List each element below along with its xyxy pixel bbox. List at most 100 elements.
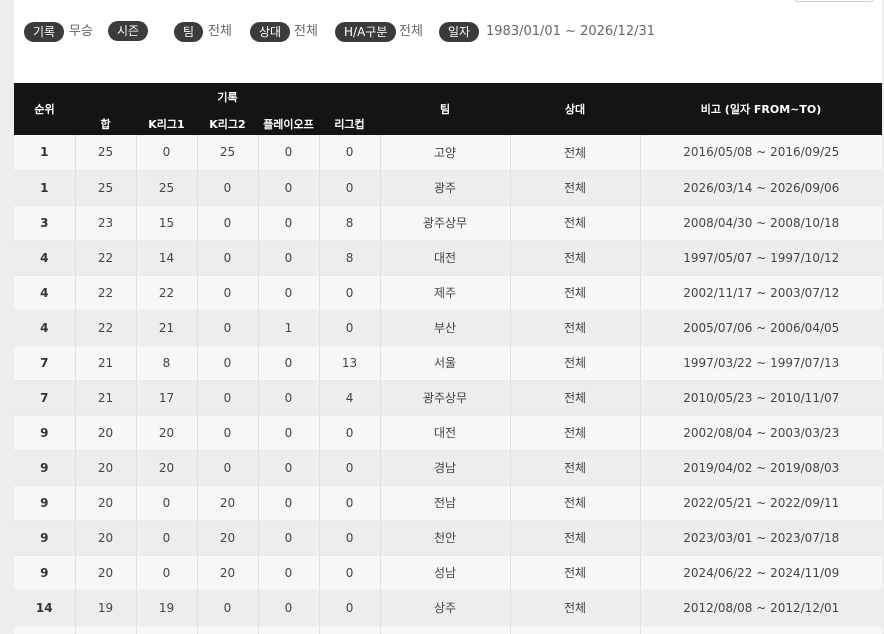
filter-value-home-away: 전체 bbox=[399, 24, 423, 39]
cell-team: 광주상무 bbox=[380, 205, 511, 241]
table-row: 9 20 20 0 0 0 경남 전체 2019/04/02 ~ 2019/08… bbox=[14, 450, 882, 486]
cell-opponent: 전체 bbox=[510, 345, 641, 381]
filter-chip-home-away[interactable]: H/A구분 bbox=[335, 22, 397, 42]
cell-note bbox=[640, 625, 882, 634]
cell-k1 bbox=[136, 625, 198, 634]
cell-rank: 9 bbox=[14, 520, 76, 556]
cell-k2: 0 bbox=[197, 310, 259, 346]
cell-cup: 0 bbox=[319, 485, 381, 521]
cell-playoff: 0 bbox=[258, 590, 320, 626]
cell-opponent: 전체 bbox=[510, 135, 641, 171]
cell-rank: 4 bbox=[14, 240, 76, 276]
cell-opponent: 전체 bbox=[510, 380, 641, 416]
cell-k2: 0 bbox=[197, 240, 259, 276]
cell-playoff: 0 bbox=[258, 205, 320, 241]
table-row: 9 20 0 20 0 0 전남 전체 2022/05/21 ~ 2022/09… bbox=[14, 485, 882, 521]
cell-k2: 25 bbox=[197, 135, 259, 171]
cell-k1: 19 bbox=[136, 590, 198, 626]
cell-cup: 0 bbox=[319, 310, 381, 346]
cell-opponent: 전체 bbox=[510, 415, 641, 451]
cell-playoff: 0 bbox=[258, 485, 320, 521]
cell-playoff: 0 bbox=[258, 520, 320, 556]
header-k2: K리그2 bbox=[197, 110, 258, 135]
cell-cup: 0 bbox=[319, 555, 381, 591]
table-row: 7 21 8 0 0 13 서울 전체 1997/03/22 ~ 1997/07… bbox=[14, 345, 882, 381]
cell-cup: 8 bbox=[319, 205, 381, 241]
cell-total: 20 bbox=[75, 450, 137, 486]
cell-playoff: 0 bbox=[258, 555, 320, 591]
cell-opponent: 전체 bbox=[510, 205, 641, 241]
cell-note: 1997/03/22 ~ 1997/07/13 bbox=[640, 345, 882, 381]
cell-rank bbox=[14, 625, 76, 634]
filter-chip-record[interactable]: 기록 bbox=[24, 22, 65, 42]
cell-k2: 0 bbox=[197, 380, 259, 416]
cell-team: 고양 bbox=[380, 135, 511, 171]
cell-total: 25 bbox=[75, 170, 137, 206]
header-record-group: 기록 bbox=[75, 83, 381, 110]
cell-total: 22 bbox=[75, 310, 137, 346]
top-action-button[interactable] bbox=[794, 0, 874, 2]
cell-note: 2026/03/14 ~ 2026/09/06 bbox=[640, 170, 882, 206]
cell-playoff: 0 bbox=[258, 240, 320, 276]
cell-rank: 7 bbox=[14, 380, 76, 416]
cell-k2: 0 bbox=[197, 205, 259, 241]
filter-chip-team[interactable]: 팀 bbox=[174, 22, 204, 42]
cell-k2 bbox=[197, 625, 259, 634]
cell-cup: 0 bbox=[319, 170, 381, 206]
header-rank: 순위 bbox=[14, 83, 75, 135]
cell-opponent: 전체 bbox=[510, 240, 641, 276]
cell-opponent: 전체 bbox=[510, 485, 641, 521]
cell-opponent bbox=[510, 625, 641, 634]
cell-total: 22 bbox=[75, 275, 137, 311]
cell-cup: 8 bbox=[319, 240, 381, 276]
cell-k1: 21 bbox=[136, 310, 198, 346]
records-table: 순위 기록 팀 상대 비고 (일자 FROM~TO) 합 K리그1 K리그2 플… bbox=[14, 83, 882, 634]
header-k1: K리그1 bbox=[136, 110, 197, 135]
cell-team: 대전 bbox=[380, 415, 511, 451]
filter-value-team: 전체 bbox=[208, 24, 232, 39]
cell-rank: 7 bbox=[14, 345, 76, 381]
cell-cup: 0 bbox=[319, 275, 381, 311]
table-row: 4 22 22 0 0 0 제주 전체 2002/11/17 ~ 2003/07… bbox=[14, 275, 882, 311]
filter-chip-season[interactable]: 시즌 bbox=[108, 21, 149, 41]
cell-total: 21 bbox=[75, 345, 137, 381]
cell-playoff bbox=[258, 625, 320, 634]
cell-note: 2010/05/23 ~ 2010/11/07 bbox=[640, 380, 882, 416]
cell-rank: 9 bbox=[14, 450, 76, 486]
cell-total: 25 bbox=[75, 135, 137, 171]
cell-opponent: 전체 bbox=[510, 170, 641, 206]
cell-k2: 20 bbox=[197, 520, 259, 556]
cell-rank: 1 bbox=[14, 170, 76, 206]
cell-k2: 0 bbox=[197, 275, 259, 311]
cell-playoff: 0 bbox=[258, 345, 320, 381]
cell-rank: 9 bbox=[14, 555, 76, 591]
filter-chip-date[interactable]: 일자 bbox=[439, 22, 480, 42]
cell-rank: 3 bbox=[14, 205, 76, 241]
cell-k1: 0 bbox=[136, 135, 198, 171]
cell-k2: 0 bbox=[197, 170, 259, 206]
cell-k1: 17 bbox=[136, 380, 198, 416]
filter-value-record: 무승 bbox=[69, 24, 93, 39]
cell-playoff: 1 bbox=[258, 310, 320, 346]
cell-note: 1997/05/07 ~ 1997/10/12 bbox=[640, 240, 882, 276]
table-row: 9 20 20 0 0 0 대전 전체 2002/08/04 ~ 2003/03… bbox=[14, 415, 882, 451]
cell-playoff: 0 bbox=[258, 170, 320, 206]
cell-opponent: 전체 bbox=[510, 555, 641, 591]
cell-k1: 20 bbox=[136, 450, 198, 486]
cell-k1: 0 bbox=[136, 555, 198, 591]
cell-total bbox=[75, 625, 137, 634]
filter-value-opponent: 전체 bbox=[294, 24, 318, 39]
table-row: 14 19 19 0 0 0 상주 전체 2012/08/08 ~ 2012/1… bbox=[14, 590, 882, 626]
filter-chip-opponent[interactable]: 상대 bbox=[250, 22, 291, 42]
records-panel: 기록 무승 시즌 팀 전체 상대 전체 H/A구분 전체 일자 1983/01/… bbox=[14, 0, 882, 634]
cell-team: 천안 bbox=[380, 520, 511, 556]
cell-playoff: 0 bbox=[258, 415, 320, 451]
cell-k1: 20 bbox=[136, 415, 198, 451]
cell-total: 20 bbox=[75, 485, 137, 521]
cell-team: 상주 bbox=[380, 590, 511, 626]
cell-k1: 0 bbox=[136, 485, 198, 521]
cell-note: 2012/08/08 ~ 2012/12/01 bbox=[640, 590, 882, 626]
cell-note: 2024/06/22 ~ 2024/11/09 bbox=[640, 555, 882, 591]
header-cup: 리그컵 bbox=[319, 110, 381, 135]
cell-k2: 0 bbox=[197, 345, 259, 381]
